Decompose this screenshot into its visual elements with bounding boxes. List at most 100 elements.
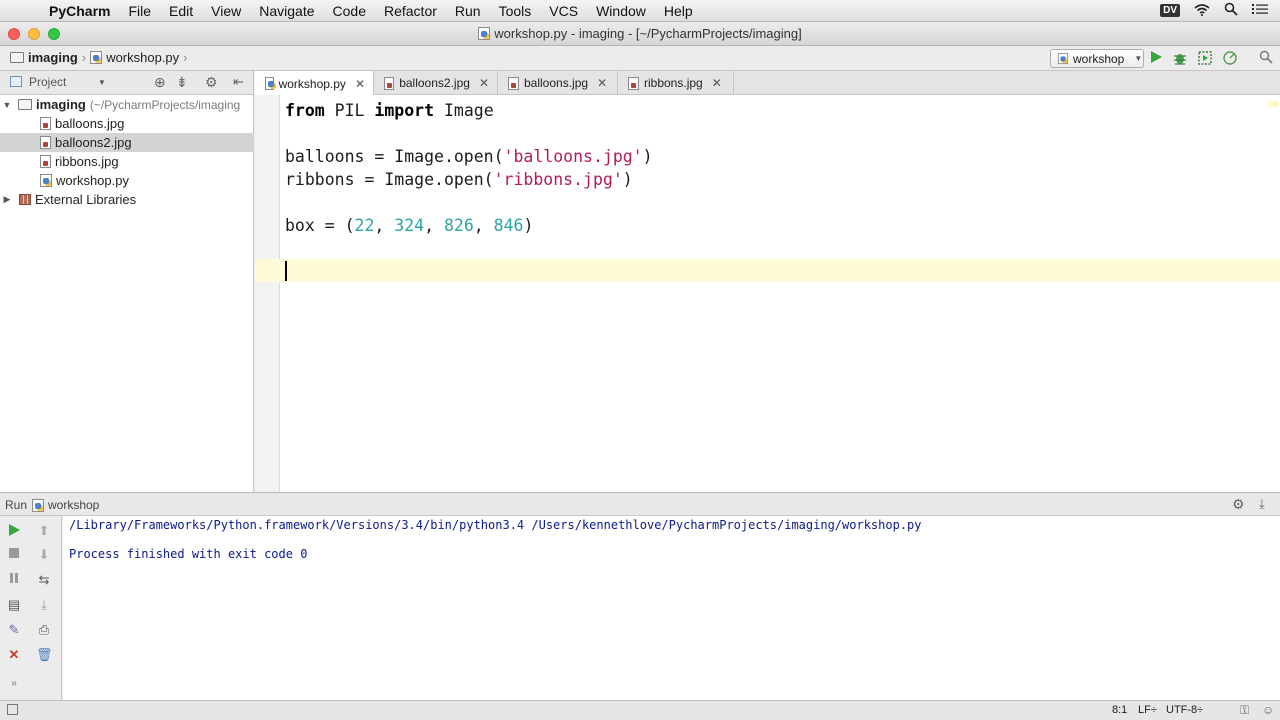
chevron-down-icon[interactable]: ▼	[98, 78, 106, 87]
line-separator[interactable]: LF÷	[1138, 704, 1157, 716]
inspection-status-indicator[interactable]	[1268, 101, 1278, 107]
menu-help[interactable]: Help	[655, 0, 702, 22]
menubar-status-area: DV	[1160, 2, 1280, 19]
scroll-to-end-icon[interactable]: ⤓	[36, 597, 52, 613]
tab-ribbons-jpg[interactable]: ribbons.jpg ✕	[618, 71, 734, 95]
breadcrumb-project[interactable]: imaging	[28, 50, 78, 65]
code-text: Image	[434, 101, 494, 120]
tree-external-libraries[interactable]: ▶ External Libraries	[0, 190, 254, 209]
gear-icon[interactable]: ⚙	[1232, 496, 1245, 513]
code-editor[interactable]: from PIL import Image balloons = Image.o…	[280, 95, 1280, 492]
tree-item-balloons2-jpg[interactable]: balloons2.jpg	[0, 133, 254, 152]
menu-edit[interactable]: Edit	[160, 0, 202, 22]
code-text: ,	[424, 216, 444, 235]
menu-code[interactable]: Code	[324, 0, 375, 22]
expand-arrow-icon[interactable]: ▼	[0, 100, 14, 110]
close-run-icon[interactable]: ✕	[6, 647, 22, 663]
python-file-icon	[32, 499, 44, 512]
close-tab-icon[interactable]: ✕	[597, 76, 607, 90]
number-literal: 846	[493, 216, 524, 235]
run-console[interactable]: /Library/Frameworks/Python.framework/Ver…	[63, 516, 1280, 700]
menu-vcs[interactable]: VCS	[540, 0, 587, 22]
pause-icon[interactable]	[6, 572, 22, 588]
editor-tab-bar: workshop.py ✕ balloons2.jpg ✕ balloons.j…	[255, 71, 1280, 96]
code-text: )	[523, 216, 534, 235]
project-tree: ▼ imaging (~/PycharmProjects/imaging bal…	[0, 95, 254, 492]
collapse-all-icon[interactable]: ⇟	[176, 74, 188, 91]
spotlight-search-icon[interactable]	[1224, 2, 1238, 19]
notification-list-icon[interactable]	[1252, 3, 1268, 18]
code-text: ribbons = Image.open(	[285, 170, 494, 189]
project-view-label[interactable]: Project	[29, 75, 66, 89]
profile-icon[interactable]	[1222, 50, 1238, 66]
tree-item-workshop-py[interactable]: workshop.py	[0, 171, 254, 190]
more-actions-icon[interactable]: »	[6, 676, 22, 692]
tree-item-label: workshop.py	[56, 173, 129, 188]
tree-item-label: balloons.jpg	[55, 116, 125, 131]
expand-arrow-icon[interactable]: ▶	[0, 194, 14, 205]
tree-item-ribbons-jpg[interactable]: ribbons.jpg	[0, 152, 254, 171]
run-with-coverage-icon[interactable]	[1197, 50, 1213, 66]
run-configuration-label: workshop	[1073, 51, 1125, 66]
menu-file[interactable]: File	[119, 0, 160, 22]
macos-menubar: PyCharm File Edit View Navigate Code Ref…	[0, 0, 1280, 22]
wifi-icon[interactable]	[1194, 3, 1210, 19]
scroll-up-icon[interactable]: ⬆	[36, 523, 52, 539]
editor-gutter[interactable]	[255, 95, 280, 492]
tab-workshop-py[interactable]: workshop.py ✕	[255, 71, 374, 96]
code-line-3: balloons = Image.open('balloons.jpg')	[285, 145, 653, 168]
run-tab-label[interactable]: workshop	[48, 498, 99, 512]
menu-navigate[interactable]: Navigate	[250, 0, 323, 22]
run-toolwindow-header: Run workshop ⚙ ⤓	[0, 492, 1280, 516]
tree-root-path: (~/PycharmProjects/imaging	[89, 97, 241, 112]
rerun-icon[interactable]	[6, 523, 22, 539]
scroll-down-icon[interactable]: ⬇	[36, 547, 52, 563]
python-file-icon	[40, 174, 52, 187]
tree-item-label: External Libraries	[35, 192, 137, 207]
inspector-icon[interactable]: ☺	[1262, 703, 1274, 717]
window-title-text: workshop.py - imaging - [~/PycharmProjec…	[494, 26, 802, 41]
menu-run[interactable]: Run	[446, 0, 490, 22]
close-tab-icon[interactable]: ✕	[479, 76, 489, 90]
tree-item-balloons-jpg[interactable]: balloons.jpg	[0, 114, 254, 133]
menu-app-name[interactable]: PyCharm	[40, 0, 119, 22]
gear-icon[interactable]: ⚙	[205, 74, 218, 91]
breadcrumb-file[interactable]: workshop.py	[106, 50, 179, 65]
close-tab-icon[interactable]: ✕	[355, 77, 365, 91]
hide-panel-icon[interactable]: ⇤	[233, 74, 244, 90]
code-text: ,	[473, 216, 494, 235]
lock-icon[interactable]: ⚿	[1240, 703, 1249, 718]
menu-view[interactable]: View	[202, 0, 250, 22]
tab-balloons2-jpg[interactable]: balloons2.jpg ✕	[374, 71, 498, 95]
run-icon[interactable]	[1148, 50, 1164, 66]
menu-tools[interactable]: Tools	[490, 0, 541, 22]
dv-badge[interactable]: DV	[1160, 4, 1180, 17]
window-titlebar: workshop.py - imaging - [~/PycharmProjec…	[0, 22, 1280, 46]
stop-icon[interactable]	[6, 547, 22, 563]
run-toolwindow-label[interactable]: Run	[5, 498, 27, 512]
menu-window[interactable]: Window	[587, 0, 655, 22]
pin-tab-icon[interactable]: ✎	[6, 622, 22, 638]
soft-wrap-icon[interactable]: ⇆	[36, 572, 52, 588]
file-encoding[interactable]: UTF-8÷	[1166, 704, 1203, 716]
run-configuration-selector[interactable]: workshop ▼	[1050, 49, 1144, 68]
image-file-icon	[40, 136, 51, 149]
tab-label: balloons2.jpg	[399, 76, 470, 90]
close-tab-icon[interactable]: ✕	[712, 76, 722, 90]
print-icon[interactable]: ⎙	[36, 622, 52, 638]
code-text: )	[642, 147, 653, 166]
scroll-from-source-icon[interactable]: ⊕	[154, 74, 166, 91]
tree-root-imaging[interactable]: ▼ imaging (~/PycharmProjects/imaging	[0, 95, 254, 114]
chevron-down-icon: ▼	[1134, 54, 1143, 63]
keyword: from	[285, 101, 325, 120]
hide-panel-icon[interactable]: ⤓	[1259, 496, 1265, 512]
debug-icon[interactable]	[1172, 50, 1188, 66]
restore-layout-icon[interactable]: ▤	[6, 597, 22, 613]
clear-all-icon[interactable]: 🗑	[36, 647, 53, 663]
window-title: workshop.py - imaging - [~/PycharmProjec…	[0, 26, 1280, 41]
toggle-toolwindows-icon[interactable]	[7, 704, 18, 715]
search-everywhere-icon[interactable]	[1258, 50, 1274, 66]
tab-balloons-jpg[interactable]: balloons.jpg ✕	[498, 71, 618, 95]
menu-refactor[interactable]: Refactor	[375, 0, 446, 22]
caret-position[interactable]: 8:1	[1112, 704, 1127, 716]
